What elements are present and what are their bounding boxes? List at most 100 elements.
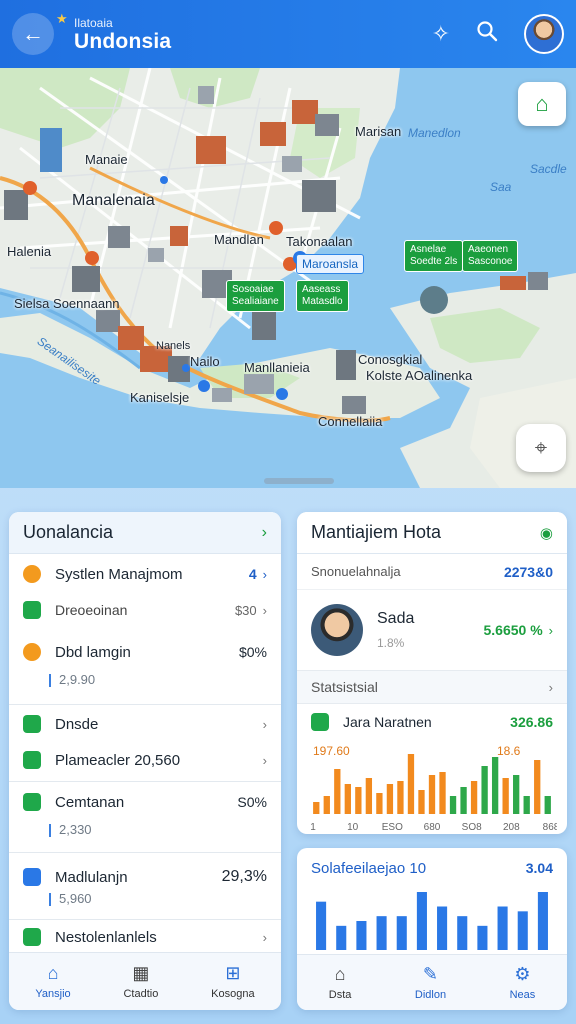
chevron-right-icon: › (262, 929, 267, 945)
chart-tick-label: SO8 (462, 822, 482, 832)
chart-bar (477, 925, 488, 950)
left-panel-title: Uonalancia (23, 522, 114, 542)
nav-home[interactable]: ⌂ Yansjio (35, 963, 70, 1000)
card2-title: Solafeeilaejao 10 (311, 859, 427, 877)
location-tag[interactable]: Asnelae Soedte 2ls (404, 240, 464, 272)
stats-header[interactable]: Statsistsial › (297, 670, 567, 704)
list-item[interactable]: Plameacler 20,560 › (9, 743, 281, 777)
locate-button[interactable]: ⌖ (516, 424, 566, 472)
star-icon: ★ (56, 11, 68, 26)
nav-calendar[interactable]: ▦ Ctadtio (123, 963, 158, 1000)
sparkle-icon[interactable]: ✧ (432, 21, 450, 47)
grid-icon: ⊞ (225, 963, 241, 983)
nav-label: Dsta (328, 989, 352, 1001)
list-item[interactable]: Dbd lamgin $0% (9, 632, 281, 672)
map-canvas (0, 68, 576, 488)
right-bottom-nav: ⌂ Dsta ✎ Didlon ⚙ Neas (297, 954, 567, 1010)
status-icon (23, 793, 41, 811)
chart-bar (517, 911, 528, 950)
drag-handle[interactable] (264, 478, 334, 484)
chart-bar (407, 754, 415, 814)
left-panel-header[interactable]: Uonalancia › (9, 512, 281, 554)
nav-settings[interactable]: ⚙ Neas (510, 964, 536, 1001)
chart-bar (437, 906, 448, 950)
location-tag[interactable]: Sosoaiae Sealiaiane (226, 280, 285, 312)
chart-tick-label: 1 (310, 822, 316, 832)
person-row[interactable]: Sada 1.8% 5.6650 % › (297, 590, 567, 670)
list-item-value: 29,3% (221, 868, 267, 885)
status-icon (23, 565, 41, 583)
chevron-right-icon: › (262, 602, 267, 618)
list-item-value: 4 (248, 566, 257, 582)
list-item[interactable]: Dreoeoinan $30 › (9, 594, 281, 626)
summary-row[interactable]: Snonuelahnalja 2273&0 (297, 554, 567, 590)
map-label: Nailo (190, 354, 220, 369)
map-view[interactable]: Manaie Manalenaia Halenia Mandlan Takona… (0, 68, 576, 488)
tag-text: Asnelae Soedte 2ls (410, 244, 458, 267)
sea-label: Sacdle (530, 162, 567, 176)
list-item[interactable]: Dnsde › (9, 705, 281, 743)
location-tag[interactable]: Aaseass Matasdlo (296, 280, 349, 312)
chart-bar (534, 760, 541, 814)
chart-tick-label: 680 (424, 822, 441, 832)
list-item[interactable]: Systlen Manajmom 4 › (9, 554, 281, 594)
nav-data[interactable]: ⌂ Dsta (329, 964, 352, 1001)
right-panel: Mantiajiem Hota ◉ Snonuelahnalja 2273&0 … (297, 512, 567, 834)
chart-bar (386, 784, 394, 814)
nav-label: Ctadtio (123, 988, 159, 1000)
list-item[interactable]: Cemtanan S0% (9, 782, 281, 822)
chart-bar (336, 925, 347, 950)
chart-annotation: 197.60 (313, 744, 350, 758)
target-icon: ◉ (539, 524, 553, 542)
map-label: Manllanieia (244, 360, 310, 375)
person-value: 5.6650 % (483, 622, 543, 638)
chart-bar (470, 781, 478, 814)
list-item-label: Dbd lamgin (55, 643, 131, 661)
list-item[interactable]: Nestolenlanlels › (9, 920, 281, 954)
status-icon (23, 751, 41, 769)
card2-header[interactable]: Solafeeilaejao 10 3.04 (297, 848, 567, 888)
right-panel-header[interactable]: Mantiajiem Hota ◉ (297, 512, 567, 554)
summary-value: 2273&0 (503, 563, 553, 580)
status-icon (23, 601, 41, 619)
search-icon[interactable] (476, 20, 498, 48)
location-tag[interactable]: Maroansla (296, 254, 365, 274)
stat-row[interactable]: Jara Naratnen 326.86 (297, 704, 567, 740)
chevron-right-icon: › (262, 566, 267, 582)
left-panel: Uonalancia › Systlen Manajmom 4 › Dreoeo… (9, 512, 281, 1010)
chart-bar (460, 787, 467, 814)
chevron-right-icon: › (548, 622, 553, 638)
list-item-label: Systlen Manajmom (55, 565, 183, 583)
chart-bar (449, 796, 457, 814)
map-label: Connellaiia (318, 414, 383, 429)
chart-annotation: 18.6 (497, 744, 521, 758)
nav-edit[interactable]: ✎ Didlon (415, 964, 446, 1001)
chart-bar (544, 796, 551, 814)
chart-bar (355, 787, 362, 814)
stats-label: Statsistsial (311, 679, 378, 695)
nav-grid[interactable]: ⊞ Kosogna (211, 963, 254, 1000)
chart-bar (418, 790, 425, 814)
chart-tick-label: 208 (503, 822, 520, 832)
list-item-label: Madlulanjn (55, 868, 128, 886)
location-tag[interactable]: Aaeonen Sasconoe (462, 240, 519, 272)
nav-label: Neas (509, 989, 536, 1001)
right-panel-title: Mantiajiem Hota (311, 522, 442, 542)
chart-bar (313, 802, 320, 814)
bar-chart-1: 197.60 18.6 1 10 ESO 680 SO8 208 868 (307, 740, 560, 833)
house-icon: ⌂ (334, 964, 346, 984)
list-item-value: S0% (237, 794, 267, 810)
chart-bar (537, 892, 548, 950)
divider (9, 852, 281, 853)
left-bottom-nav: ⌂ Yansjio ▦ Ctadtio ⊞ Kosogna (9, 952, 281, 1010)
gear-icon: ⚙ (514, 964, 531, 984)
header-actions: ✧ (432, 14, 564, 54)
status-icon (23, 643, 41, 661)
avatar[interactable] (524, 14, 564, 54)
store-button[interactable]: ⌂ (518, 82, 566, 126)
map-label: Sielsa Soennaann (14, 296, 120, 311)
locate-icon: ⌖ (534, 435, 548, 460)
back-button[interactable]: ← (12, 13, 54, 55)
chevron-right-icon: › (261, 523, 267, 541)
nav-label: Kosogna (211, 988, 255, 1000)
